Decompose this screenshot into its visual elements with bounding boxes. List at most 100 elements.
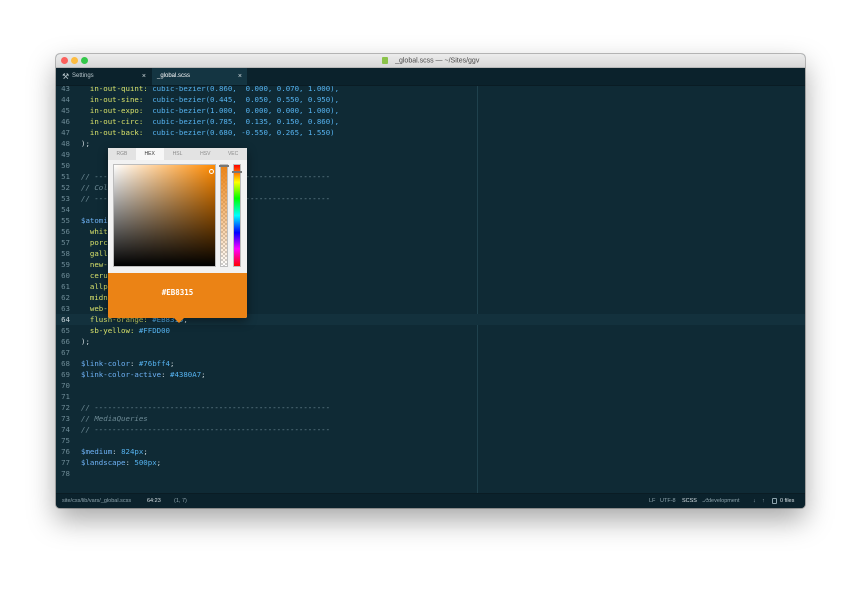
code-token: $link-color [81, 359, 130, 368]
code-token: in-out-circ: [81, 117, 144, 126]
line-number: 68 [61, 359, 70, 368]
code-token: // -------------------------------------… [81, 403, 331, 412]
code-token: // MediaQueries [81, 414, 148, 423]
code-text: $link-color: #76bff4; [81, 358, 174, 369]
line-number: 54 [61, 205, 70, 214]
picker-tab-hsv[interactable]: HSV [191, 148, 219, 160]
line-number: 59 [61, 260, 70, 269]
code-line[interactable]: 69 $link-color-active: #4380A7; [56, 369, 805, 380]
code-line[interactable]: 66); [56, 336, 805, 347]
picker-tab-hsl[interactable]: HSL [164, 148, 192, 160]
code-token: in-out-quint: [81, 86, 148, 93]
close-icon[interactable]: × [238, 68, 242, 85]
code-token: in-out-back: [81, 128, 144, 137]
line-number: 77 [61, 458, 70, 467]
saturation-handle[interactable] [209, 169, 214, 174]
code-token: ; [170, 359, 175, 368]
code-line[interactable]: 47 in-out-back: cubic-bezier(0.680, -0.5… [56, 127, 805, 138]
line-number: 72 [61, 403, 70, 412]
code-line[interactable]: 77 $landscape: 500px; [56, 457, 805, 468]
picker-tab-vec[interactable]: VEC [219, 148, 247, 160]
files-count[interactable]: 0 files [780, 494, 794, 508]
line-number: 71 [61, 392, 70, 401]
window-title: _global.scss — ~/Sites/ggv [395, 57, 480, 65]
code-line[interactable]: 67 [56, 347, 805, 358]
code-line[interactable]: 46 in-out-circ: cubic-bezier(0.785, 0.13… [56, 116, 805, 127]
code-line[interactable]: 44 in-out-sine: cubic-bezier(0.445, 0.05… [56, 94, 805, 105]
tools-icon: ⚒ [62, 72, 70, 81]
code-line[interactable]: 70 [56, 380, 805, 391]
line-ending[interactable]: LF [649, 494, 655, 508]
saturation-area[interactable] [113, 164, 216, 267]
line-number: 76 [61, 447, 70, 456]
color-hex-value[interactable]: #EB8315 [108, 273, 247, 313]
color-picker: RGB HEX HSL HSV VEC #EB8315 [108, 148, 247, 323]
code-line[interactable]: 73 // MediaQueries [56, 413, 805, 424]
alpha-handle[interactable] [219, 165, 229, 167]
line-number: 73 [61, 414, 70, 423]
line-number: 69 [61, 370, 70, 379]
alpha-slider[interactable] [220, 164, 228, 267]
selection-count: (1, 7) [174, 498, 187, 504]
line-number: 49 [61, 150, 70, 159]
files-icon [772, 498, 777, 504]
code-line[interactable]: 78 [56, 468, 805, 479]
code-text: in-out-back: cubic-bezier(0.680, -0.550,… [81, 127, 335, 138]
code-line[interactable]: 45 in-out-expo: cubic-bezier(1.000, 0.00… [56, 105, 805, 116]
code-text: // -------------------------------------… [81, 402, 330, 413]
line-number: 75 [61, 436, 70, 445]
window-title-wrap: _global.scss — ~/Sites/ggv [56, 54, 805, 67]
picker-pointer-arrow [174, 318, 184, 323]
code-token: cubic-bezier(0.860, 0.000, 0.070, 1.000)… [152, 86, 340, 93]
code-text: in-out-expo: cubic-bezier(1.000, 0.000, … [81, 105, 339, 116]
code-line[interactable]: 68 $link-color: #76bff4; [56, 358, 805, 369]
close-icon[interactable]: × [142, 68, 146, 85]
code-text: $link-color-active: #4380A7; [81, 369, 206, 380]
code-token: 824px [121, 447, 144, 456]
arrow-down-icon[interactable]: ↓ [753, 494, 756, 508]
code-line[interactable]: 71 [56, 391, 805, 402]
code-line[interactable]: 76 $medium: 824px; [56, 446, 805, 457]
line-number: 67 [61, 348, 70, 357]
hue-handle[interactable] [232, 171, 242, 173]
code-token: $link-color-active [81, 370, 162, 379]
code-token: ; [201, 370, 206, 379]
picker-tab-hex[interactable]: HEX [135, 148, 164, 160]
code-line[interactable]: 75 [56, 435, 805, 446]
tab-label: _global.scss [157, 73, 191, 79]
color-preview[interactable]: #EB8315 [108, 273, 247, 323]
code-token: : [161, 370, 170, 379]
line-number: 50 [61, 161, 70, 170]
picker-tab-rgb[interactable]: RGB [108, 148, 136, 160]
encoding[interactable]: UTF-8 [660, 494, 676, 508]
line-number: 58 [61, 249, 70, 258]
title-bar: _global.scss — ~/Sites/ggv [56, 54, 805, 68]
line-number: 65 [61, 326, 70, 335]
code-text: in-out-quint: cubic-bezier(0.860, 0.000,… [81, 86, 339, 94]
tab-global-scss[interactable]: _global.scss × [152, 68, 247, 85]
code-line[interactable]: 72 // -----------------------------------… [56, 402, 805, 413]
line-number: 66 [61, 337, 70, 346]
code-token: // -------------------------------------… [81, 425, 331, 434]
git-branch[interactable]: development [708, 494, 740, 508]
code-line[interactable]: 43 in-out-quint: cubic-bezier(0.860, 0.0… [56, 86, 805, 94]
code-text: // MediaQueries [81, 413, 148, 424]
arrow-up-icon[interactable]: ↑ [762, 494, 765, 508]
code-text: ); [81, 336, 90, 347]
tab-label: Settings [72, 73, 94, 79]
grammar[interactable]: SCSS [682, 494, 697, 508]
cursor-position[interactable]: 64:23 [147, 494, 161, 508]
code-text: // -------------------------------------… [81, 424, 330, 435]
line-number: 74 [61, 425, 70, 434]
code-token: in-out-expo: [81, 106, 144, 115]
code-line[interactable]: 65 sb-yellow: #FFDD00 [56, 325, 805, 336]
tab-settings[interactable]: ⚒ Settings × [56, 68, 151, 85]
hue-slider[interactable] [233, 164, 241, 267]
line-number: 78 [61, 469, 70, 478]
line-number: 44 [61, 95, 70, 104]
file-path[interactable]: site/css/lib/vars/_global.scss [62, 494, 131, 508]
code-line[interactable]: 74 // -----------------------------------… [56, 424, 805, 435]
line-number: 70 [61, 381, 70, 390]
